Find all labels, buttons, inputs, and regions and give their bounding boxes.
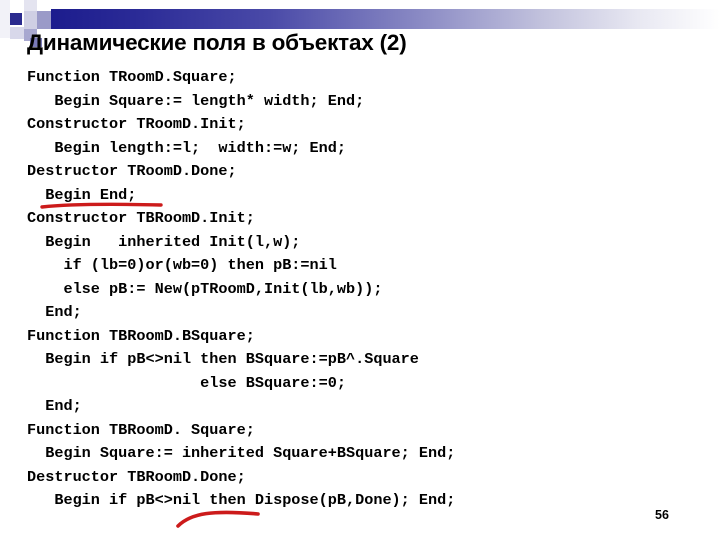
code-line: else BSquare:=0;	[27, 373, 346, 392]
code-line: Destructor TRoomD.Done;	[27, 162, 237, 180]
code-line: Begin inherited Init(l,w);	[27, 232, 301, 251]
decor-square-b	[37, 0, 51, 11]
code-line: else pB:= New(pTRoomD,Init(lb,wb));	[27, 279, 383, 298]
code-line: Function TRoomD.Square;	[27, 68, 237, 86]
decor-square-accent	[10, 13, 22, 25]
code-line: Function TBRoomD. Square;	[27, 420, 255, 439]
code-line: Begin length:=l; width:=w; End;	[27, 138, 346, 157]
decor-square-left-strip	[0, 0, 10, 38]
code-line: Begin Square:= length* width; End;	[27, 91, 365, 110]
code-line: Begin if pB<>nil then BSquare:=pB^.Squar…	[27, 350, 419, 368]
code-line: Constructor TRoomD.Init;	[27, 115, 246, 133]
header-gradient-bar	[38, 9, 720, 29]
slide-number: 56	[655, 508, 669, 522]
code-line: if (lb=0)or(wb=0) then pB:=nil	[27, 256, 337, 274]
decor-square-c	[24, 11, 37, 29]
code-line: Constructor TBRoomD.Init;	[27, 209, 255, 227]
code-line: Function TBRoomD.BSquare;	[27, 326, 255, 345]
code-line: Begin Square:= inherited Square+BSquare;…	[27, 444, 456, 462]
slide-canvas: Динамические поля в объектах (2) Functio…	[0, 0, 720, 540]
decor-square-a	[24, 0, 37, 11]
code-line: End;	[27, 303, 82, 321]
slide-title: Динамические поля в объектах (2)	[27, 30, 407, 55]
code-line: Begin End;	[27, 185, 137, 204]
code-line: End;	[27, 397, 82, 415]
decor-square-g	[10, 27, 24, 39]
decor-square-d	[37, 11, 51, 29]
code-line: Begin if pB<>nil then Dispose(pB,Done); …	[27, 491, 456, 509]
code-line: Destructor TBRoomD.Done;	[27, 467, 246, 486]
code-block: Function TRoomD.Square; Begin Square:= l…	[27, 66, 697, 513]
